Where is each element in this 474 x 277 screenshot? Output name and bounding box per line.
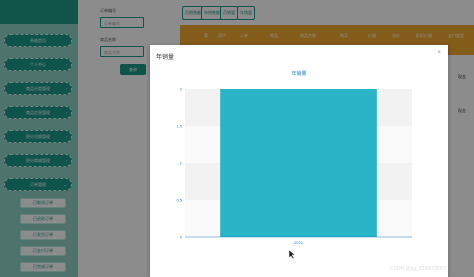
y-tick-label: 2 <box>180 87 183 92</box>
mouse-cursor-icon <box>289 250 295 259</box>
x-tick-label: 2021 <box>294 240 304 245</box>
yearly-sales-volume-dialog: 年销量 × 年销量 0 0.5 1 1.5 2 2021 <box>150 45 448 277</box>
y-tick-label: 0.5 <box>176 198 182 203</box>
y-tick-label: 1.5 <box>176 124 182 129</box>
y-tick-label: 0 <box>180 235 183 240</box>
y-tick-label: 1 <box>180 161 183 166</box>
watermark: CSDN @qq_3166078367 <box>390 266 447 272</box>
bar-chart: 0 0.5 1 1.5 2 2021 <box>176 87 412 245</box>
bar[interactable] <box>220 89 377 237</box>
